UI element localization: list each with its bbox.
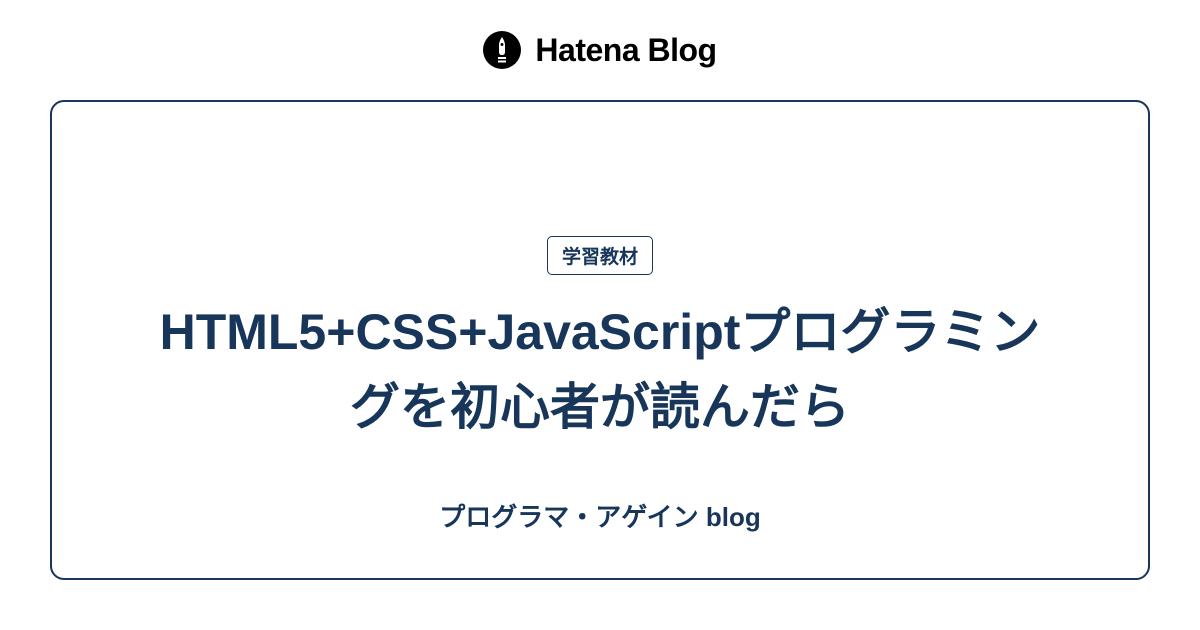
pen-nib-icon bbox=[493, 37, 511, 63]
site-name: Hatena Blog bbox=[535, 32, 716, 69]
blog-name: プログラマ・アゲイン blog bbox=[439, 497, 761, 534]
article-card: 学習教材 HTML5+CSS+JavaScriptプログラミングを初心者が読んだ… bbox=[50, 100, 1150, 580]
hatena-logo-icon bbox=[483, 31, 521, 69]
site-header: Hatena Blog bbox=[0, 0, 1200, 100]
category-badge: 学習教材 bbox=[547, 236, 653, 275]
article-title: HTML5+CSS+JavaScriptプログラミングを初心者が読んだら bbox=[150, 295, 1050, 445]
